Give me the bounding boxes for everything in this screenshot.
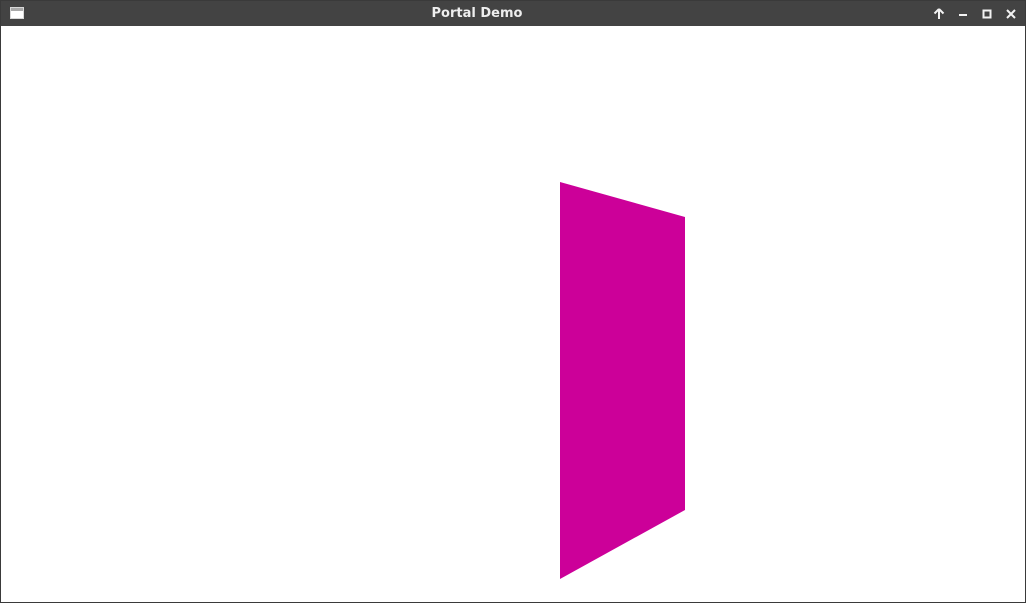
maximize-icon [982, 9, 992, 18]
minimize-button[interactable] [953, 4, 973, 24]
keep-above-button[interactable] [929, 4, 949, 24]
close-button[interactable] [1001, 4, 1021, 24]
minimize-icon [959, 13, 967, 16]
window-title: Portal Demo [431, 6, 523, 21]
scene-canvas [560, 182, 685, 579]
title-bar[interactable]: Portal Demo [1, 1, 1025, 26]
close-icon [1006, 8, 1016, 19]
render-viewport[interactable] [1, 26, 1025, 602]
app-window: Portal Demo [0, 0, 1026, 603]
window-controls [929, 1, 1021, 26]
portal-quad [560, 182, 685, 579]
arrow-up-icon [933, 7, 945, 19]
maximize-button[interactable] [977, 4, 997, 24]
